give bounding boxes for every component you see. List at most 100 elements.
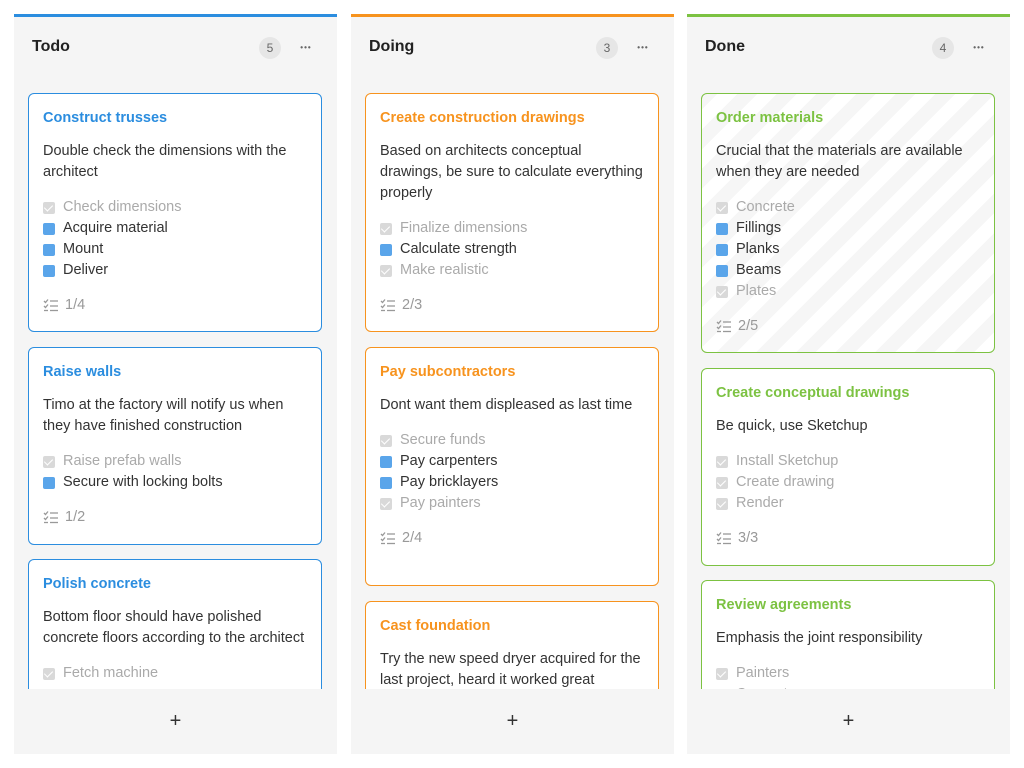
checklist-item[interactable]: Pay painters [380, 493, 644, 514]
checkbox-checked-icon[interactable] [380, 222, 392, 235]
checklist-item[interactable]: Finalize dimensions [380, 218, 644, 239]
card-description: Be quick, use Sketchup [716, 418, 868, 434]
checklist-item[interactable]: Make realistic [380, 260, 644, 281]
task-card[interactable]: Create conceptual drawings Be quick, use … [701, 368, 995, 566]
checkbox-unchecked-icon[interactable] [716, 243, 728, 256]
checkbox-unchecked-icon[interactable] [43, 243, 55, 256]
checklist-item[interactable]: Planks [716, 239, 980, 260]
checkbox-unchecked-icon[interactable] [43, 264, 55, 277]
checklist-item[interactable]: Render [716, 493, 980, 514]
checklist-item[interactable]: Check dimensions [43, 197, 307, 218]
checklist-item[interactable]: Acquire material [43, 218, 307, 239]
checklist-item[interactable]: Calculate strength [380, 239, 644, 260]
card-description: Based on architects conceptual drawings,… [380, 143, 643, 201]
checkbox-checked-icon[interactable] [380, 264, 392, 277]
checklist-item-label: Fetch machine [63, 665, 159, 681]
checklist-item-label: Check dimensions [63, 199, 182, 215]
column-count-badge: 5 [259, 37, 281, 59]
checklist: Secure funds Pay carpenters Pay bricklayer… [380, 430, 644, 514]
checkbox-checked-icon[interactable] [716, 201, 728, 214]
more-horizontal-icon[interactable]: ••• [968, 37, 990, 59]
checklist-item[interactable]: Painters [716, 663, 980, 684]
checklist-progress-text: 3/3 [738, 530, 759, 546]
checkbox-checked-icon[interactable] [716, 497, 728, 510]
checkbox-unchecked-icon[interactable] [380, 243, 392, 256]
checklist-progress-text: 2/5 [738, 318, 759, 334]
task-card[interactable]: Order materials Crucial that the material… [701, 93, 995, 353]
card-title[interactable]: Polish concrete [43, 576, 307, 593]
checklist-item-label: Painters [736, 665, 790, 681]
card-description: Timo at the factory will notify us when … [43, 397, 284, 434]
checklist-item[interactable]: Fillings [716, 218, 980, 239]
checklist-item-label: Pay bricklayers [400, 474, 499, 490]
checklist-item[interactable]: Mount [43, 239, 307, 260]
more-horizontal-icon[interactable]: ••• [632, 37, 654, 59]
checklist-icon [43, 510, 59, 524]
checkbox-checked-icon[interactable] [716, 285, 728, 298]
checkbox-checked-icon[interactable] [380, 434, 392, 447]
task-card[interactable]: Pay subcontractors Dont want them displea… [365, 347, 659, 586]
checklist-item[interactable]: Install Sketchup [716, 451, 980, 472]
checklist-item[interactable]: Pay carpenters [380, 451, 644, 472]
card-description: Try the new speed dryer acquired for the… [380, 651, 641, 688]
checkbox-unchecked-icon[interactable] [43, 476, 55, 489]
task-card[interactable]: Create construction drawings Based on arc… [365, 93, 659, 332]
checkbox-checked-icon[interactable] [380, 497, 392, 510]
task-card[interactable]: Construct trusses Double check the dimens… [28, 93, 322, 332]
checkbox-checked-icon[interactable] [716, 667, 728, 680]
checkbox-checked-icon[interactable] [43, 667, 55, 680]
checklist-item[interactable]: Deliver [43, 260, 307, 281]
checklist-item[interactable]: Fetch machine [43, 663, 307, 684]
task-card[interactable]: Review agreements Emphasis the joint resp… [701, 580, 995, 689]
card-title[interactable]: Order materials [716, 110, 980, 127]
add-card-button[interactable]: + [687, 689, 1010, 754]
checklist-item[interactable]: Concrete [716, 197, 980, 218]
card-title[interactable]: Create conceptual drawings [716, 385, 980, 402]
checklist-item[interactable]: Pay bricklayers [380, 472, 644, 493]
card-description: Double check the dimensions with the arc… [43, 143, 287, 180]
task-card[interactable]: Cast foundation Try the new speed dryer a… [365, 601, 659, 689]
checkbox-checked-icon[interactable] [716, 476, 728, 489]
checklist-progress-text: 2/3 [402, 297, 423, 313]
checklist-item-label: Finalize dimensions [400, 220, 528, 236]
checklist-item[interactable]: Secure with locking bolts [43, 472, 307, 493]
checklist-progress-text: 2/4 [402, 530, 423, 546]
checklist-item-label: Secure funds [400, 432, 486, 448]
task-card[interactable]: Polish concrete Bottom floor should have … [28, 559, 322, 689]
card-description: Dont want them displeased as last time [380, 397, 633, 413]
column-header: Todo 5 ••• [14, 17, 337, 75]
checklist-item-label: Secure with locking bolts [63, 474, 223, 490]
column-header: Done 4 ••• [687, 17, 1010, 75]
more-horizontal-icon[interactable]: ••• [295, 37, 317, 59]
card-title[interactable]: Construct trusses [43, 110, 307, 127]
checklist-item-label: Mount [63, 241, 104, 257]
checklist-item[interactable]: Create drawing [716, 472, 980, 493]
card-title[interactable]: Cast foundation [380, 618, 644, 635]
checkbox-unchecked-icon[interactable] [716, 264, 728, 277]
checkbox-unchecked-icon[interactable] [380, 455, 392, 468]
checklist-item[interactable]: Plates [716, 281, 980, 302]
checkbox-checked-icon[interactable] [43, 201, 55, 214]
card-title[interactable]: Create construction drawings [380, 110, 644, 127]
add-card-button[interactable]: + [14, 689, 337, 754]
card-title[interactable]: Review agreements [716, 597, 980, 614]
card-title[interactable]: Raise walls [43, 364, 307, 381]
card-title[interactable]: Pay subcontractors [380, 364, 644, 381]
checkbox-unchecked-icon[interactable] [43, 222, 55, 235]
column-count-badge: 4 [932, 37, 954, 59]
checklist-item[interactable]: Beams [716, 260, 980, 281]
checklist-progress: 2/5 [716, 316, 980, 336]
checklist: Install Sketchup Create drawing Render [716, 451, 980, 514]
checklist-progress: 3/3 [716, 528, 980, 548]
checklist-item-label: Fillings [736, 220, 782, 236]
checkbox-unchecked-icon[interactable] [380, 476, 392, 489]
checkbox-checked-icon[interactable] [43, 455, 55, 468]
checkbox-unchecked-icon[interactable] [716, 222, 728, 235]
column-title: Done [705, 38, 745, 55]
checklist-item[interactable]: Raise prefab walls [43, 451, 307, 472]
checklist-item[interactable]: Secure funds [380, 430, 644, 451]
checkbox-checked-icon[interactable] [716, 455, 728, 468]
add-card-button[interactable]: + [351, 689, 674, 754]
checklist-icon [380, 531, 396, 545]
task-card[interactable]: Raise walls Timo at the factory will noti… [28, 347, 322, 545]
